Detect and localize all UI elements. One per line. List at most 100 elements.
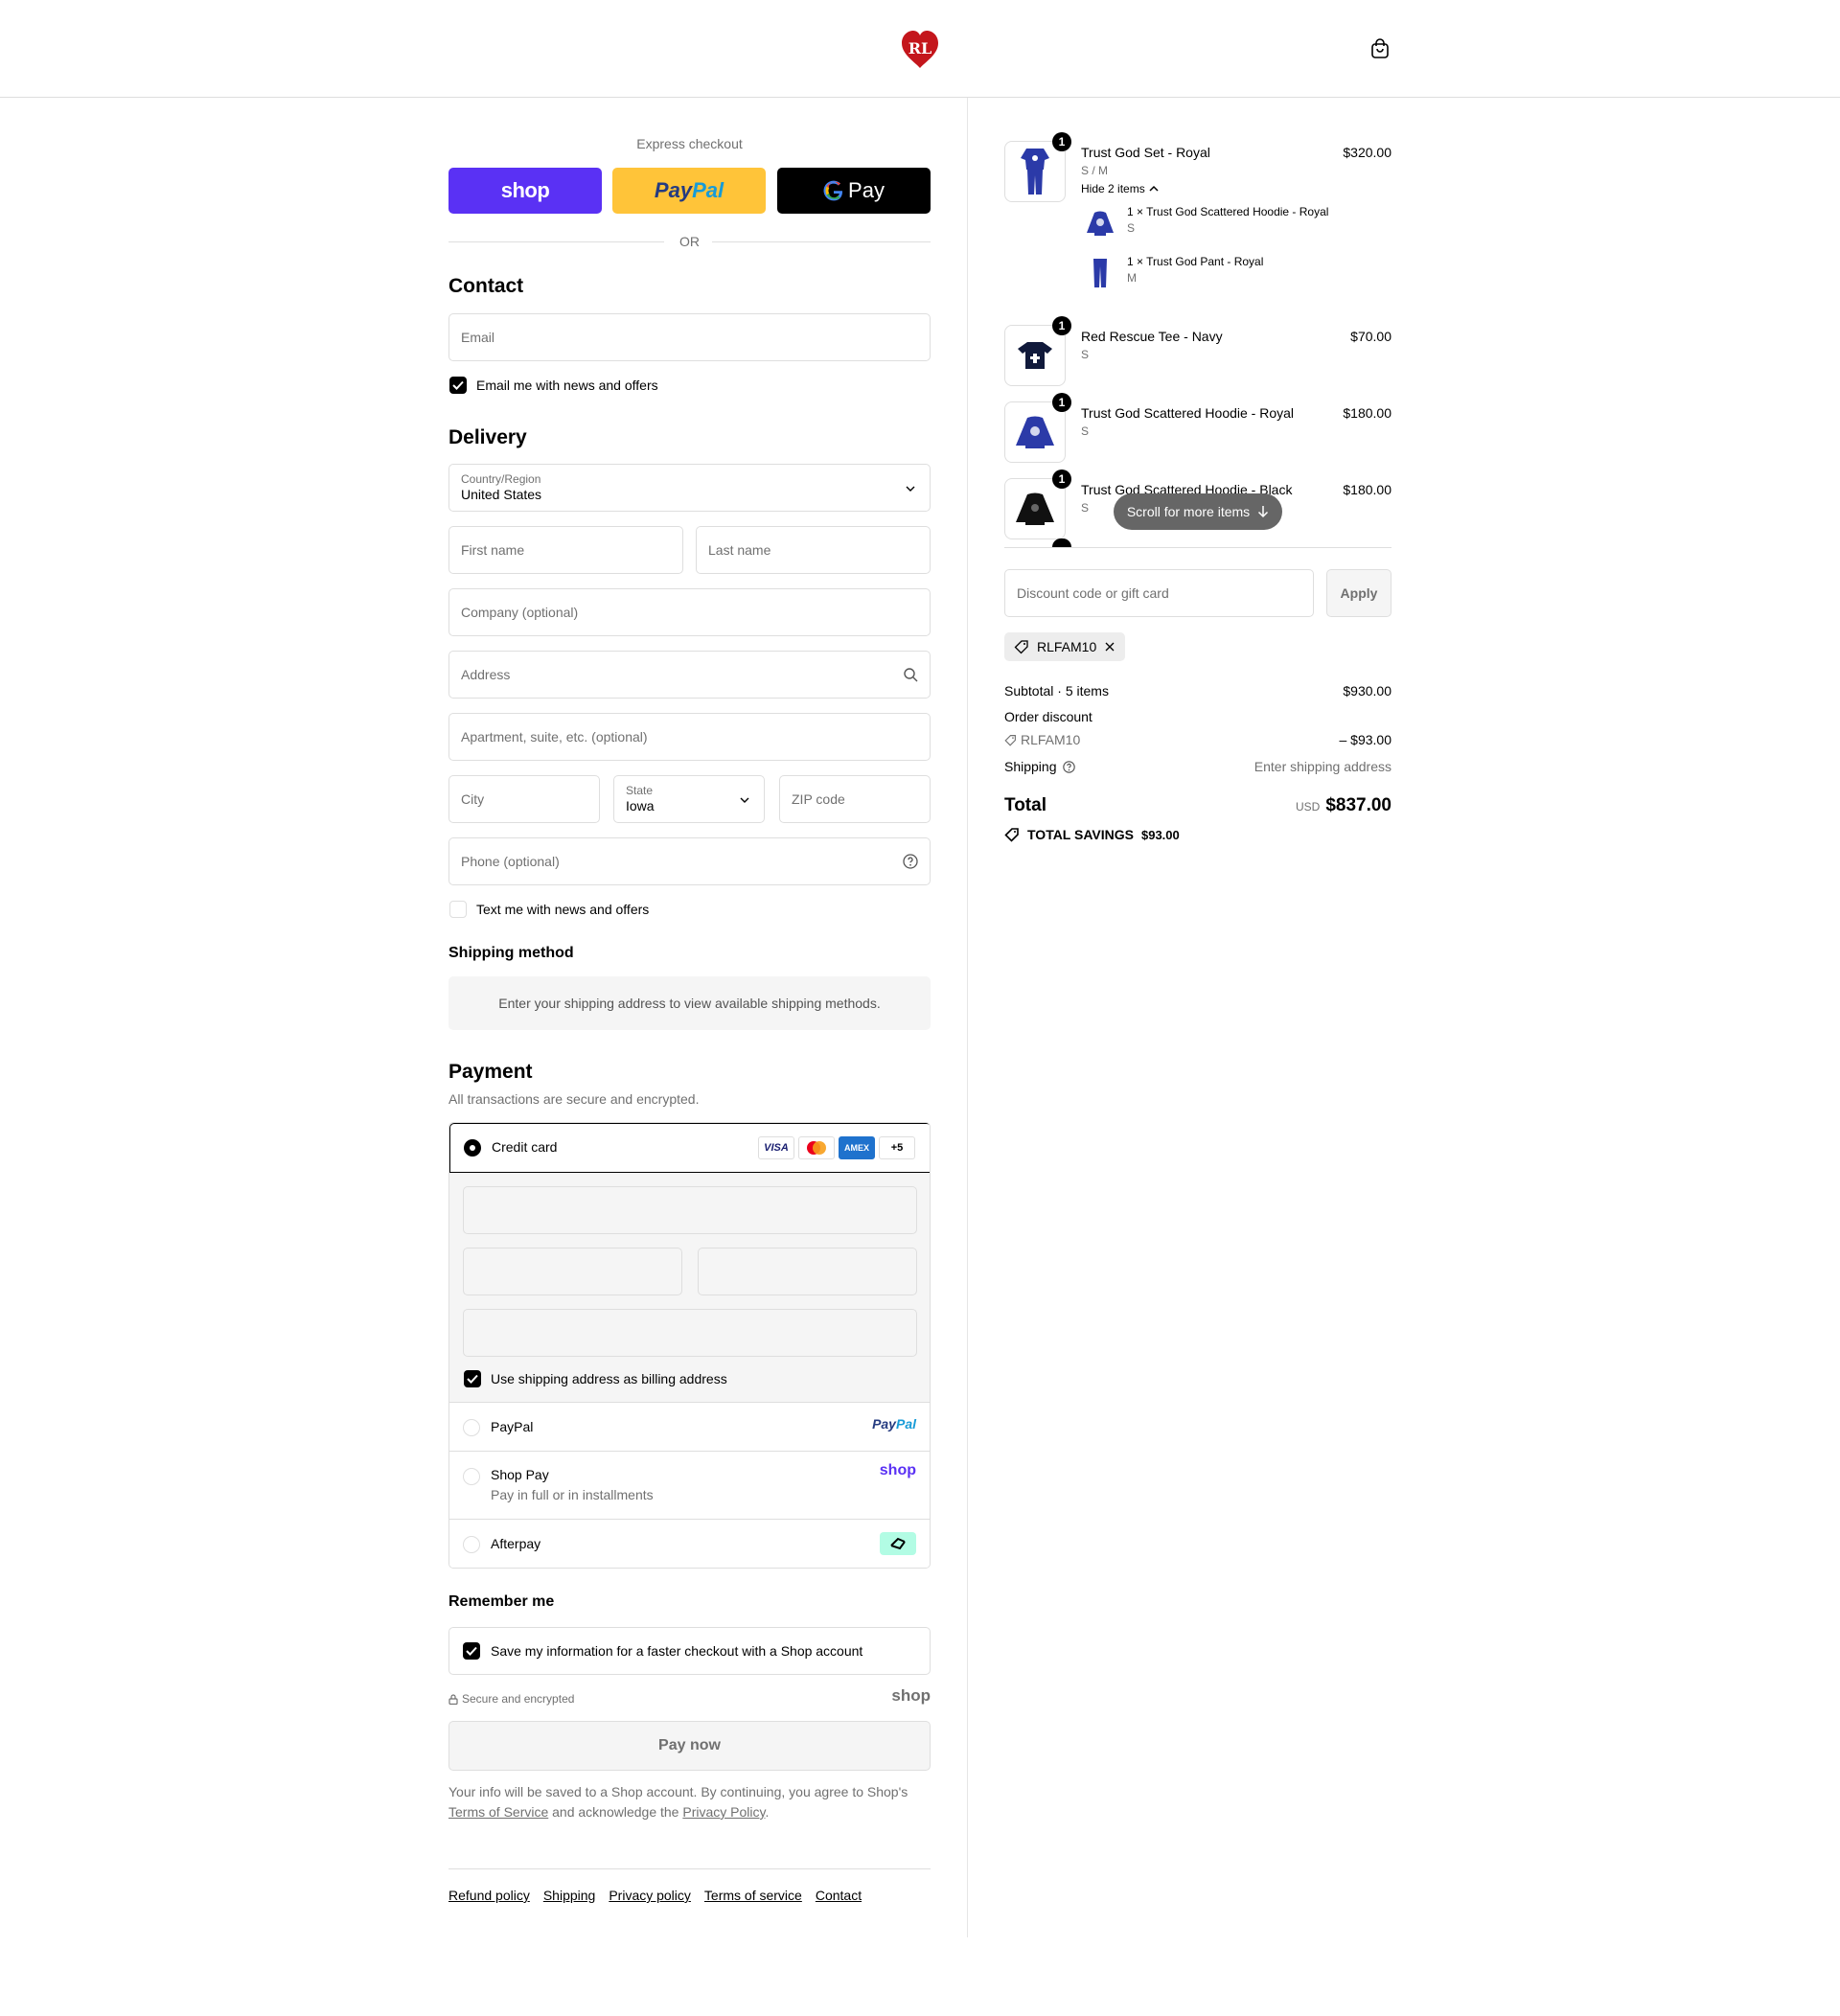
- savings-tag-icon: [1004, 828, 1019, 842]
- item-name: Red Rescue Tee - Navy: [1081, 329, 1223, 344]
- credit-card-option[interactable]: Credit card VISA AMEX +5: [449, 1123, 930, 1173]
- contact-link[interactable]: Contact: [816, 1888, 862, 1903]
- country-value: United States: [461, 487, 542, 502]
- refund-policy-link[interactable]: Refund policy: [448, 1888, 530, 1903]
- apartment-field[interactable]: Apartment, suite, etc. (optional): [448, 713, 931, 761]
- check-icon: [452, 380, 464, 390]
- discount-code-row: RLFAM10 – $93.00: [1004, 732, 1392, 747]
- item-price: $180.00: [1343, 405, 1392, 421]
- address-field[interactable]: Address: [448, 651, 931, 699]
- mastercard-icon: [807, 1141, 826, 1155]
- item-price: $70.00: [1350, 329, 1392, 344]
- card-name-field[interactable]: [463, 1309, 917, 1357]
- hide-items-toggle[interactable]: Hide 2 items: [1081, 182, 1159, 195]
- line-item: 1 Red Rescue Tee - Navy S $70.00: [1004, 316, 1392, 386]
- phone-field[interactable]: Phone (optional): [448, 837, 931, 885]
- afterpay-logo: [880, 1532, 916, 1555]
- hoodie-royal-image: [1087, 211, 1114, 236]
- paypal-radio[interactable]: [463, 1419, 480, 1436]
- payment-options: Credit card VISA AMEX +5 Use shipping ad…: [448, 1122, 931, 1569]
- heart-logo-icon: RL: [902, 31, 938, 68]
- search-icon: [904, 668, 918, 682]
- save-info-checkbox[interactable]: [463, 1642, 480, 1660]
- billing-address-checkbox[interactable]: [464, 1370, 481, 1387]
- or-divider: OR: [448, 232, 931, 251]
- shipping-label: Shipping: [1004, 759, 1057, 774]
- quantity-badge: 1: [1052, 316, 1071, 335]
- apply-discount-button[interactable]: Apply: [1326, 569, 1392, 617]
- card-cvv-field[interactable]: [698, 1248, 917, 1295]
- item-variant: S / M: [1081, 164, 1109, 177]
- afterpay-option[interactable]: Afterpay: [449, 1520, 930, 1568]
- shop-pay-option[interactable]: Shop Pay Pay in full or in installments …: [449, 1452, 930, 1520]
- quantity-badge: 1: [1052, 470, 1071, 489]
- city-field[interactable]: City: [448, 775, 600, 823]
- items-divider: [1004, 547, 1392, 548]
- zip-placeholder: ZIP code: [792, 791, 845, 807]
- address-placeholder: Address: [461, 667, 511, 682]
- card-expiry-field[interactable]: [463, 1248, 682, 1295]
- email-news-label: Email me with news and offers: [476, 378, 658, 393]
- state-select[interactable]: State Iowa: [613, 775, 765, 823]
- chevron-up-icon: [1149, 185, 1159, 192]
- sub-item-text: 1 × Trust God Pant - Royal: [1127, 255, 1264, 268]
- privacy-policy-link[interactable]: Privacy policy: [609, 1888, 691, 1903]
- shipping-link[interactable]: Shipping: [543, 1888, 596, 1903]
- hoodie-royal-image: [1016, 416, 1054, 448]
- discount-chip-code: RLFAM10: [1037, 639, 1097, 654]
- column-divider: [967, 98, 968, 1937]
- delivery-heading: Delivery: [448, 426, 527, 448]
- sub-item-thumbnail: [1081, 254, 1119, 292]
- discount-code-label: RLFAM10: [1021, 732, 1081, 747]
- pay-now-button[interactable]: Pay now: [448, 1721, 931, 1771]
- country-label: Country/Region: [461, 472, 541, 486]
- shop-pay-radio[interactable]: [463, 1468, 480, 1485]
- terms-of-service-link[interactable]: Terms of service: [704, 1888, 802, 1903]
- credit-card-label: Credit card: [492, 1139, 558, 1155]
- check-icon: [466, 1646, 477, 1656]
- last-name-field[interactable]: Last name: [696, 526, 931, 574]
- afterpay-label: Afterpay: [491, 1536, 541, 1551]
- item-variant: S: [1081, 348, 1090, 361]
- cart-button[interactable]: [1370, 38, 1390, 59]
- card-number-field[interactable]: [463, 1186, 917, 1234]
- line-item: 1 Trust God Scattered Hoodie - Royal S $…: [1004, 393, 1392, 463]
- paypal-option[interactable]: PayPal PayPal: [449, 1403, 930, 1452]
- help-icon[interactable]: [1062, 760, 1075, 773]
- shopping-bag-icon: [1371, 38, 1389, 58]
- zip-field[interactable]: ZIP code: [779, 775, 931, 823]
- currency-code: USD: [1295, 800, 1321, 813]
- google-pay-button[interactable]: Pay: [777, 168, 931, 214]
- afterpay-radio[interactable]: [463, 1536, 480, 1553]
- set-image: [1021, 149, 1049, 195]
- shop-pay-logo: shop: [879, 1462, 916, 1478]
- billing-address-label: Use shipping address as billing address: [491, 1371, 727, 1386]
- sub-item-variant: M: [1127, 271, 1137, 285]
- shop-pay-button[interactable]: shop: [448, 168, 602, 214]
- shop-privacy-link[interactable]: Privacy Policy: [682, 1804, 765, 1820]
- total-label: Total: [1004, 795, 1046, 815]
- sub-item-text: 1 × Trust God Scattered Hoodie - Royal: [1127, 205, 1329, 218]
- shipping-row: Shipping Enter shipping address: [1004, 759, 1392, 774]
- tag-icon: [1014, 640, 1028, 654]
- country-select[interactable]: Country/Region United States: [448, 464, 931, 512]
- chevron-down-icon: [740, 797, 749, 803]
- first-name-field[interactable]: First name: [448, 526, 683, 574]
- scroll-more-button[interactable]: Scroll for more items: [1114, 493, 1282, 530]
- visa-logo: VISA: [758, 1136, 794, 1159]
- shop-terms-link[interactable]: Terms of Service: [448, 1804, 548, 1820]
- arrow-down-icon: [1258, 506, 1269, 518]
- help-icon[interactable]: [903, 854, 918, 869]
- discount-code-input[interactable]: Discount code or gift card: [1004, 569, 1314, 617]
- email-news-checkbox[interactable]: [449, 377, 467, 394]
- brand-logo[interactable]: RL: [900, 30, 940, 70]
- paypal-button[interactable]: Pay Pal: [612, 168, 766, 214]
- close-icon[interactable]: [1104, 641, 1116, 653]
- footer-links: Refund policy Shipping Privacy policy Te…: [448, 1888, 862, 1903]
- hoodie-black-image: [1016, 493, 1054, 525]
- email-field[interactable]: Email: [448, 313, 931, 361]
- paypal-logo: PayPal: [872, 1416, 916, 1432]
- text-news-checkbox[interactable]: [449, 901, 467, 918]
- company-field[interactable]: Company (optional): [448, 588, 931, 636]
- credit-card-radio[interactable]: [464, 1139, 481, 1157]
